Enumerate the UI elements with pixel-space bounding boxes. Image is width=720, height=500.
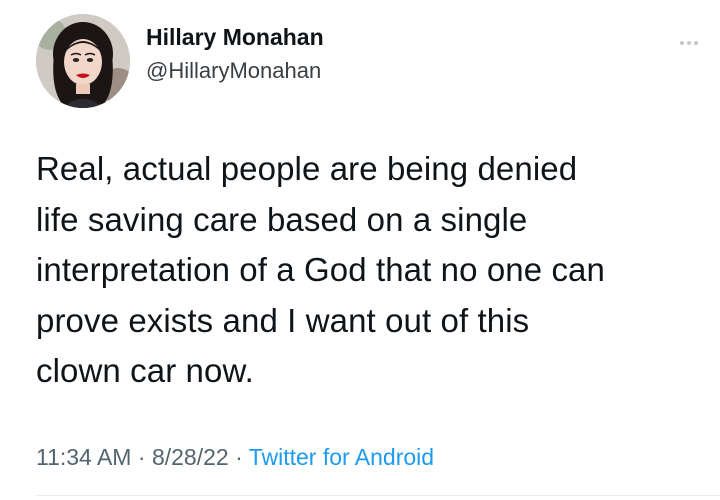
display-name[interactable]: Hillary Monahan — [146, 22, 324, 52]
author-block: Hillary Monahan @HillaryMonahan — [146, 22, 324, 86]
tweet-source-link[interactable]: Twitter for Android — [249, 444, 434, 470]
avatar-image — [36, 14, 130, 108]
more-dot — [694, 41, 698, 45]
more-dot — [687, 41, 691, 45]
avatar[interactable] — [36, 14, 130, 108]
meta-separator: · — [131, 444, 152, 470]
more-dot — [680, 41, 684, 45]
user-handle[interactable]: @HillaryMonahan — [146, 56, 324, 86]
tweet-text: Real, actual people are being denied lif… — [36, 150, 605, 389]
meta-separator: · — [228, 444, 249, 470]
more-horizontal-icon[interactable] — [680, 32, 704, 45]
divider — [36, 495, 720, 496]
tweet-card: Hillary Monahan @HillaryMonahan Real, ac… — [0, 0, 720, 500]
tweet-date[interactable]: 8/28/22 — [152, 444, 229, 470]
tweet-time[interactable]: 11:34 AM — [36, 444, 131, 470]
tweet-meta: 11:34 AM · 8/28/22 · Twitter for Android — [36, 442, 434, 472]
